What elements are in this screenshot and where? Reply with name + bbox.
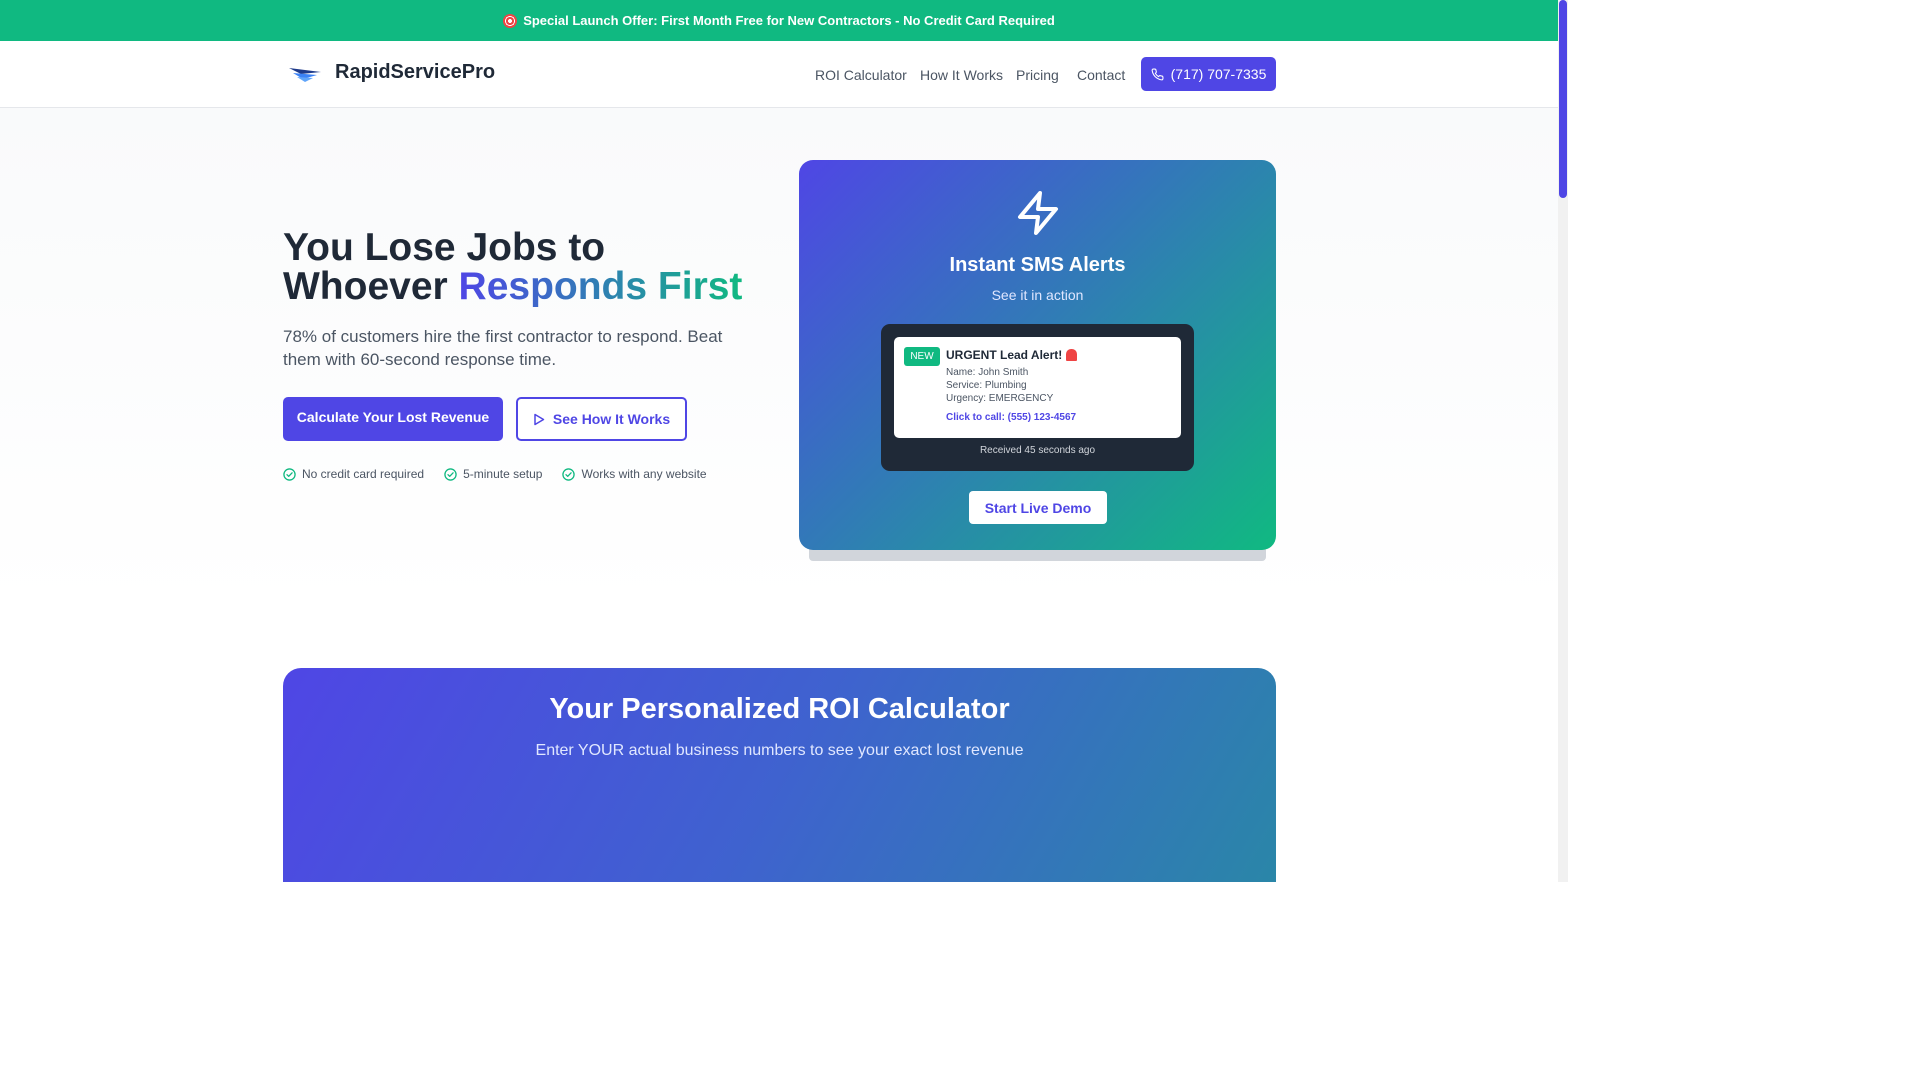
- promo-banner: Special Launch Offer: First Month Free f…: [0, 0, 1558, 41]
- brand-logo[interactable]: RapidServicePro: [287, 61, 495, 84]
- headline-line-2: Whoever: [283, 265, 459, 308]
- hero-section: [0, 108, 1558, 608]
- demo-title: Instant SMS Alerts: [949, 254, 1126, 276]
- check-item: 5-minute setup: [444, 467, 542, 481]
- page-scrollbar[interactable]: [1558, 0, 1568, 882]
- new-badge: NEW: [904, 347, 940, 366]
- see-how-it-works-label: See How It Works: [552, 411, 671, 427]
- phone-icon: [1151, 68, 1164, 80]
- check-label: Works with any website: [581, 467, 707, 481]
- hero-headline: You Lose Jobs to Whoever Responds First: [283, 228, 742, 306]
- check-item: Works with any website: [562, 467, 707, 481]
- brand-name: RapidServicePro: [335, 61, 496, 83]
- phone-button[interactable]: (717) 707-7335: [1141, 57, 1276, 91]
- hero-subheadline: 78% of customers hire the first contract…: [283, 327, 723, 369]
- phone-number: (717) 707-7335: [1170, 66, 1267, 82]
- nav-link-pricing[interactable]: Pricing: [1016, 67, 1059, 83]
- phone-mockup: NEW URGENT Lead Alert! Name: John Smith …: [881, 324, 1194, 471]
- check-label: 5-minute setup: [463, 467, 543, 481]
- message-title-text: URGENT Lead Alert!: [946, 348, 1063, 362]
- nav-link-how-it-works[interactable]: How It Works: [920, 67, 1003, 83]
- check-item: No credit card required: [283, 467, 424, 481]
- sms-demo-card: Instant SMS Alerts See it in action NEW …: [799, 160, 1276, 550]
- logo-icon: [289, 67, 321, 82]
- nav-link-contact[interactable]: Contact: [1077, 67, 1125, 83]
- target-icon: [503, 13, 518, 28]
- click-to-call-link[interactable]: Click to call: (555) 123-4567: [946, 412, 1076, 423]
- siren-icon: [1066, 349, 1078, 361]
- promo-banner-text: Special Launch Offer: First Month Free f…: [523, 13, 1055, 28]
- check-circle-icon: [283, 467, 296, 481]
- start-live-demo-button[interactable]: Start Live Demo: [969, 491, 1107, 524]
- headline-highlight: Responds First: [458, 265, 743, 308]
- top-navigation: RapidServicePro ROI Calculator How It Wo…: [0, 41, 1558, 108]
- check-label: No credit card required: [302, 467, 425, 481]
- sms-message: NEW URGENT Lead Alert! Name: John Smith …: [894, 337, 1181, 438]
- demo-subtitle: See it in action: [991, 287, 1084, 303]
- play-icon: [534, 413, 545, 425]
- headline-line-1: You Lose Jobs to: [283, 226, 606, 269]
- lead-urgency: Urgency: EMERGENCY: [946, 393, 1054, 404]
- scrollbar-thumb[interactable]: [1559, 0, 1567, 198]
- lead-name: Name: John Smith: [946, 367, 1029, 378]
- calculate-lost-revenue-button[interactable]: Calculate Your Lost Revenue: [283, 397, 503, 441]
- check-circle-icon: [562, 467, 576, 481]
- roi-calculator-section: Your Personalized ROI Calculator Enter Y…: [283, 668, 1276, 882]
- lead-service: Service: Plumbing: [946, 380, 1027, 391]
- roi-title: Your Personalized ROI Calculator: [549, 693, 1010, 725]
- check-circle-icon: [444, 467, 457, 481]
- see-how-it-works-button[interactable]: See How It Works: [516, 397, 687, 441]
- nav-link-roi-calculator[interactable]: ROI Calculator: [815, 67, 907, 83]
- lightning-icon: [1018, 191, 1058, 235]
- received-timestamp: Received 45 seconds ago: [979, 445, 1096, 456]
- feature-checks: No credit card required 5-minute setup W…: [283, 467, 707, 481]
- roi-subtitle: Enter YOUR actual business numbers to se…: [535, 742, 1024, 759]
- message-title: URGENT Lead Alert!: [946, 348, 1078, 362]
